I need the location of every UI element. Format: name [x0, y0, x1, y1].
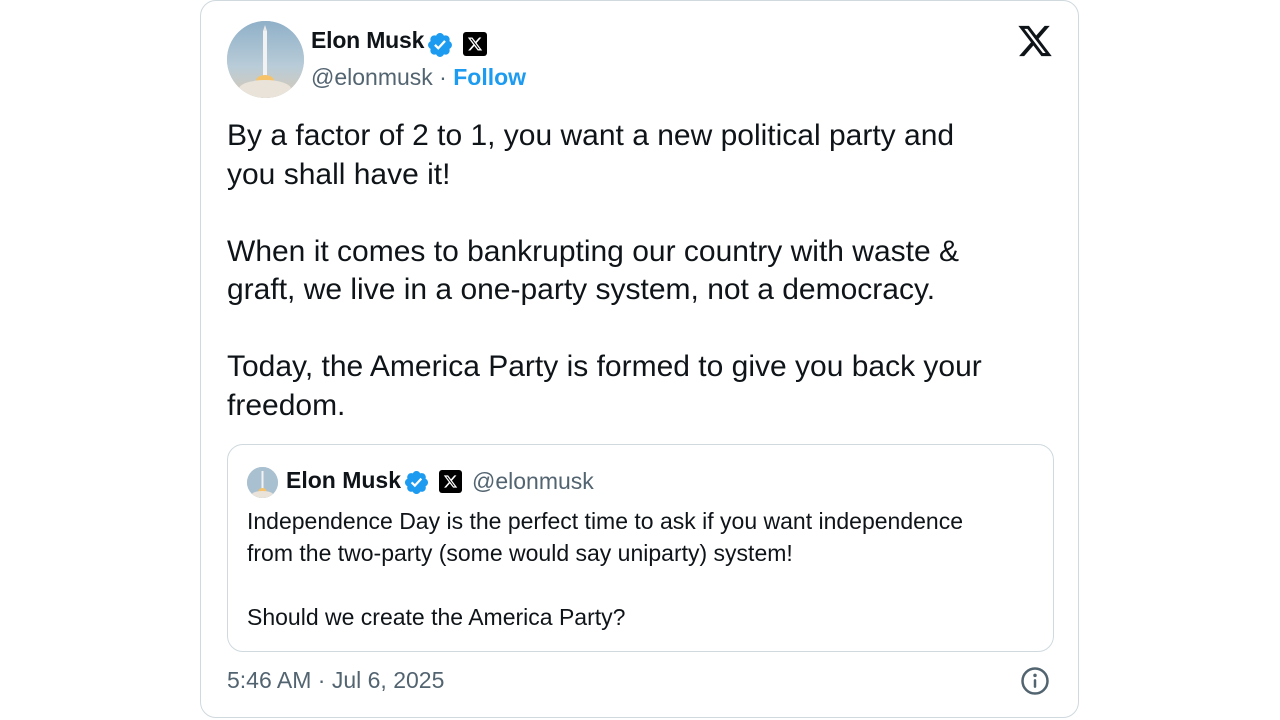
tweet-text: By a factor of 2 to 1, you want a new po… [227, 119, 982, 422]
quote-author-handle: @elonmusk [472, 468, 594, 494]
quote-text: Independence Day is the perfect time to … [247, 508, 964, 630]
avatar[interactable] [227, 21, 304, 98]
verified-badge-icon [428, 33, 452, 57]
info-icon[interactable] [1020, 666, 1050, 696]
quote-x-affiliate-badge-icon [439, 470, 462, 493]
avatar-image [227, 21, 304, 98]
x-affiliate-badge-icon [463, 32, 487, 56]
separator: · [432, 64, 454, 90]
x-logo-icon[interactable] [1016, 24, 1054, 58]
quote-avatar[interactable] [247, 467, 278, 498]
author-handle-row: @elonmusk · Follow [311, 64, 526, 91]
tweet-card: Elon Musk @elonmusk · Follow By a factor… [200, 0, 1079, 718]
quoted-tweet[interactable]: Elon Musk @elonmusk Independence Day is … [227, 444, 1054, 652]
quote-avatar-image [247, 467, 278, 498]
quote-verified-badge-icon [404, 470, 429, 495]
author-name[interactable]: Elon Musk [311, 27, 424, 54]
follow-button[interactable]: Follow [453, 64, 526, 90]
quote-author-name: Elon Musk [286, 467, 402, 493]
tweet-timestamp[interactable]: 5:46 AM · Jul 6, 2025 [227, 667, 444, 694]
author-handle[interactable]: @elonmusk [311, 64, 433, 90]
